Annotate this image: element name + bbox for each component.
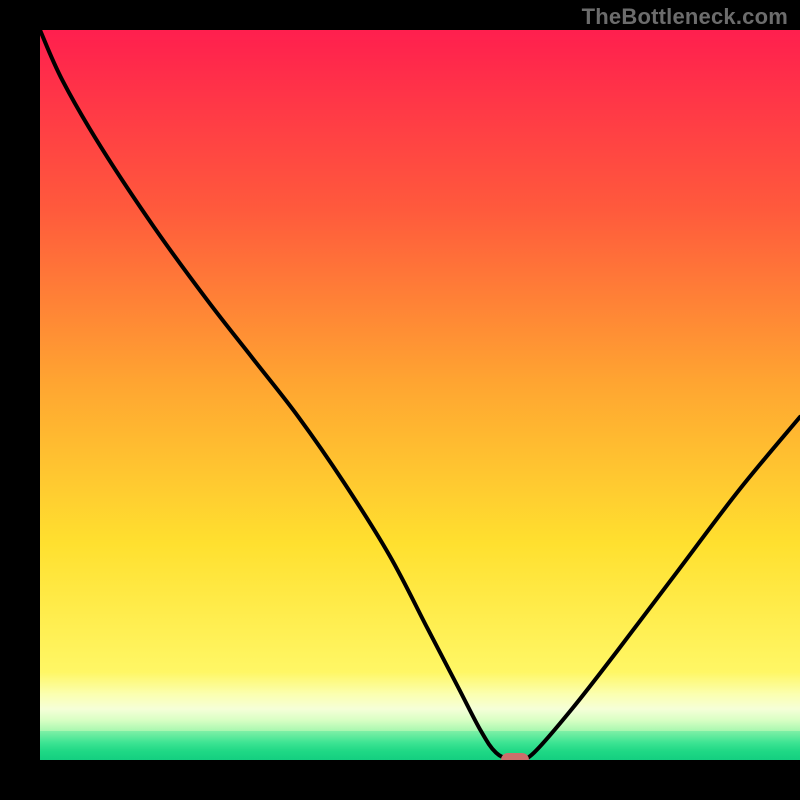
- watermark-text: TheBottleneck.com: [582, 4, 788, 30]
- plot-area: [40, 30, 800, 760]
- bottleneck-curve-path: [40, 30, 800, 760]
- chart-frame: TheBottleneck.com: [0, 0, 800, 800]
- optimal-marker: [501, 753, 529, 760]
- curve-svg: [40, 30, 800, 760]
